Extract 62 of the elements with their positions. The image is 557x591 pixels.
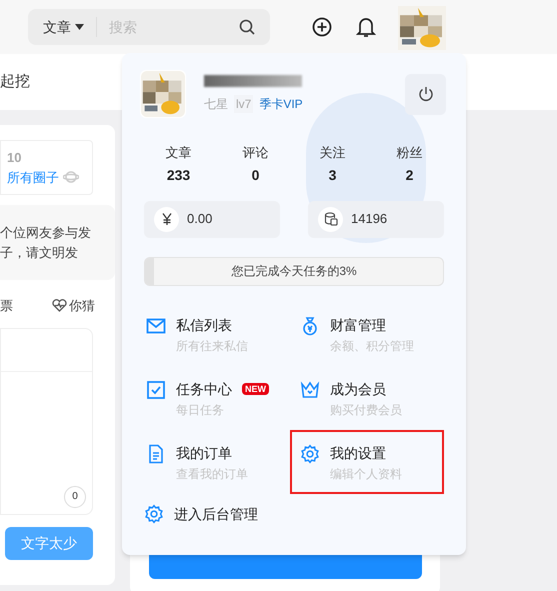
circle-count: 10: [7, 149, 22, 167]
caret-icon: [75, 24, 84, 30]
menu-title: 成为会员: [330, 380, 386, 398]
task-text: 您已完成今天任务的3%: [231, 263, 357, 280]
stat-label: 粉丝: [396, 144, 422, 162]
heart-icon: [52, 299, 67, 312]
wallet-value: 0.00: [187, 210, 212, 228]
power-button[interactable]: [405, 74, 446, 114]
stat-label: 关注: [320, 144, 346, 162]
menu-subtitle: 余额、积分管理: [330, 338, 414, 354]
menu-item[interactable]: 成为会员 购买付费会员: [290, 366, 444, 430]
stat-value: 233: [166, 166, 190, 184]
stat-label: 文章: [166, 144, 192, 162]
menu-item[interactable]: 任务中心 NEW 每日任务: [136, 366, 290, 430]
notice-line: 个位网友参与发: [0, 224, 92, 242]
checkbox-icon: [146, 380, 166, 400]
menu-item[interactable]: 财富管理 余额、积分管理: [290, 302, 444, 366]
menu-subtitle: 每日任务: [176, 402, 225, 418]
menu-title: 财富管理: [330, 316, 386, 334]
wallet-card[interactable]: 14196: [308, 200, 444, 238]
search-icon[interactable]: [239, 19, 255, 35]
text-area[interactable]: 0: [0, 328, 93, 514]
settings-icon: [144, 504, 164, 524]
power-icon: [418, 86, 434, 102]
money-bag-icon: [300, 316, 320, 336]
crown-icon: [300, 380, 320, 400]
tab[interactable]: 票: [0, 296, 13, 316]
menu-title: 任务中心: [176, 380, 232, 398]
wallet-value: 14196: [351, 210, 388, 228]
menu-title: 我的订单: [176, 444, 232, 462]
planet-icon: [63, 170, 79, 184]
stat-value: 2: [406, 166, 414, 184]
vip-label: 季卡VIP: [259, 96, 303, 113]
stat-value: 3: [328, 166, 336, 184]
menu-title: 我的设置: [330, 444, 386, 462]
stat-value: 0: [252, 166, 260, 184]
tab[interactable]: 你猜: [52, 296, 95, 316]
menu-subtitle: 查看我的订单: [176, 466, 248, 482]
menu-subtitle: 编辑个人资料: [330, 466, 402, 482]
menu-item[interactable]: 我的设置 编辑个人资料: [290, 430, 444, 494]
notice-line: 子，请文明发: [0, 244, 79, 262]
menu-title: 私信列表: [176, 316, 232, 334]
bell-icon[interactable]: [356, 16, 376, 38]
new-badge: NEW: [242, 382, 269, 394]
level-badge: lv7: [234, 95, 254, 113]
scope-dropdown[interactable]: 文章: [43, 16, 84, 38]
wallet-card[interactable]: 0.00: [144, 200, 280, 238]
page-title: 起挖: [0, 72, 30, 92]
menu-item[interactable]: 我的订单 查看我的订单: [136, 430, 290, 494]
add-icon[interactable]: [312, 17, 332, 37]
menu-subtitle: 购买付费会员: [330, 402, 402, 418]
char-counter: 0: [64, 486, 86, 508]
admin-link[interactable]: 进入后台管理: [144, 504, 444, 524]
menu-subtitle: 所有往来私信: [176, 338, 248, 354]
settings-icon: [300, 444, 320, 464]
document-icon: [146, 444, 166, 464]
coins-icon: [324, 212, 338, 226]
mail-icon: [146, 316, 166, 336]
menu-item[interactable]: 私信列表 所有往来私信: [136, 302, 290, 366]
yen-icon: [162, 213, 172, 225]
stat-label: 评论: [242, 144, 268, 162]
rank-label: 七星: [204, 96, 228, 113]
